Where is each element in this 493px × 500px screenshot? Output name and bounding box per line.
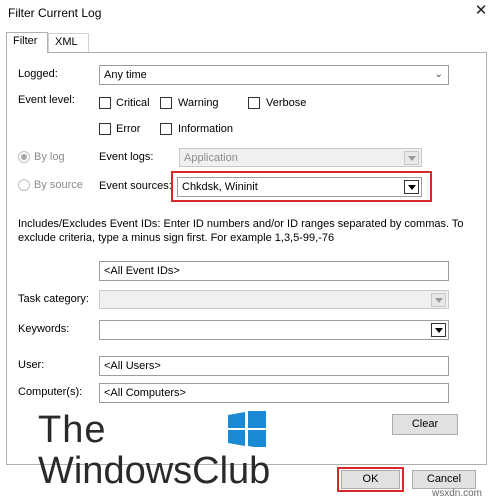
cancel-button[interactable]: Cancel (412, 470, 476, 489)
critical-checkbox[interactable] (99, 97, 111, 109)
task-category-dropdown[interactable] (99, 290, 449, 309)
watermark-text: wsxdn.com (432, 488, 483, 499)
event-level-label: Event level: (18, 94, 75, 106)
windows-logo-icon (228, 411, 266, 447)
information-label: Information (178, 123, 234, 135)
logged-label: Logged: (18, 68, 58, 80)
verbose-label: Verbose (266, 97, 307, 109)
logo-text-the: The (38, 409, 107, 451)
computer-input[interactable]: <All Computers> (99, 383, 449, 403)
dropdown-arrow-icon[interactable] (431, 323, 446, 337)
keywords-label: Keywords: (18, 323, 70, 335)
task-category-label: Task category: (18, 293, 89, 305)
by-source-label: By source (34, 179, 83, 191)
logged-value: Any time (104, 69, 147, 81)
event-sources-label: Event sources: (99, 180, 172, 192)
error-label: Error (116, 123, 141, 135)
tab-filter[interactable]: Filter (6, 32, 48, 53)
dropdown-arrow-icon (431, 293, 446, 307)
error-checkbox[interactable] (99, 123, 111, 135)
by-log-radio[interactable] (18, 151, 30, 163)
event-sources-value: Chkdsk, Wininit (182, 181, 258, 193)
computer-value: <All Computers> (104, 387, 186, 399)
by-source-radio[interactable] (18, 179, 30, 191)
dropdown-arrow-icon (404, 151, 419, 165)
dropdown-arrow-icon[interactable] (404, 180, 419, 194)
event-ids-description: Includes/Excludes Event IDs: Enter ID nu… (18, 218, 464, 244)
filter-panel (6, 52, 487, 465)
user-value: <All Users> (104, 360, 161, 372)
information-checkbox[interactable] (160, 123, 172, 135)
event-ids-input[interactable]: <All Event IDs> (99, 261, 449, 281)
event-ids-value: <All Event IDs> (104, 265, 180, 277)
event-logs-value: Application (184, 152, 238, 164)
tab-xml[interactable]: XML (48, 33, 89, 52)
user-input[interactable]: <All Users> (99, 356, 449, 376)
event-logs-label: Event logs: (99, 151, 154, 163)
warning-label: Warning (178, 97, 219, 109)
logged-dropdown[interactable]: Any time ⌄ (99, 65, 449, 85)
event-sources-dropdown[interactable]: Chkdsk, Wininit (177, 177, 422, 197)
keywords-dropdown[interactable] (99, 320, 449, 340)
clear-button[interactable]: Clear (392, 414, 458, 435)
critical-label: Critical (116, 97, 150, 109)
user-label: User: (18, 359, 45, 371)
ok-button[interactable]: OK (341, 470, 400, 489)
logo-text-windowsclub: WindowsClub (38, 450, 271, 492)
chevron-down-icon: ⌄ (434, 69, 443, 80)
verbose-checkbox[interactable] (248, 97, 260, 109)
window-title: Filter Current Log (8, 6, 102, 20)
computer-label: Computer(s): (18, 386, 83, 398)
event-logs-dropdown[interactable]: Application (179, 148, 422, 167)
by-log-label: By log (34, 151, 65, 163)
close-icon[interactable]: ✕ (472, 2, 490, 20)
warning-checkbox[interactable] (160, 97, 172, 109)
